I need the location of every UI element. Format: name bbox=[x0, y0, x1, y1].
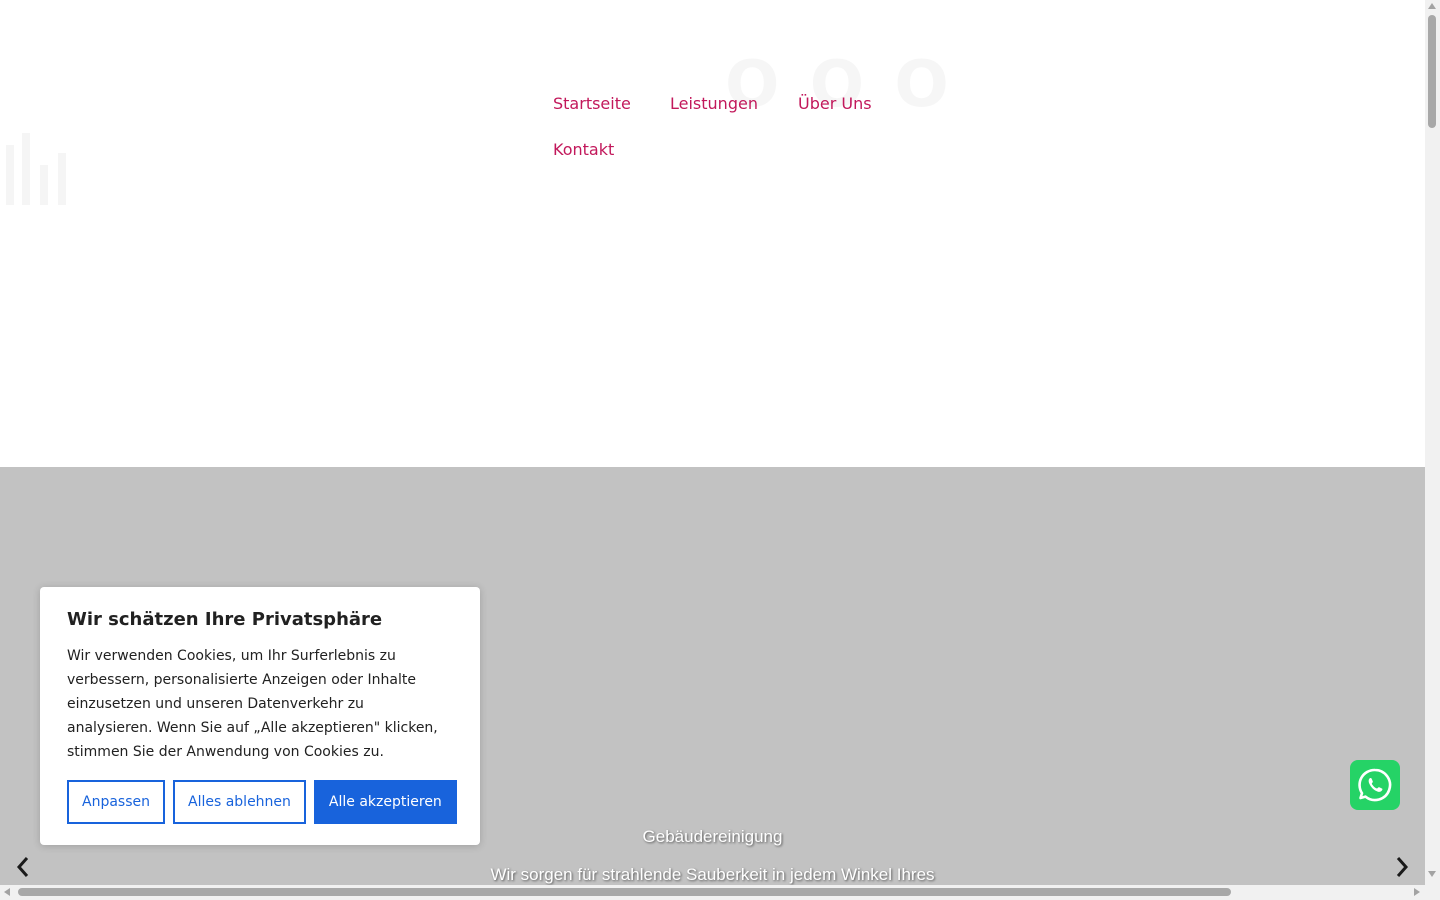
site-header: O O O Startseite Leistungen Über Uns Kon… bbox=[0, 0, 1425, 467]
vertical-scroll-thumb[interactable] bbox=[1428, 15, 1436, 128]
horizontal-scroll-thumb[interactable] bbox=[18, 888, 1231, 896]
cookie-banner-text: Wir verwenden Cookies, um Ihr Surferlebn… bbox=[67, 648, 438, 760]
cookie-buttons: Anpassen Alles ablehnen Alle akzeptieren bbox=[67, 780, 457, 824]
scroll-left-arrow-icon[interactable] bbox=[4, 888, 10, 896]
slide-text: Wir sorgen für strahlende Sauberkeit in … bbox=[490, 865, 935, 884]
scroll-up-arrow-icon[interactable] bbox=[1428, 3, 1436, 9]
nav-link-leistungen[interactable]: Leistungen bbox=[670, 94, 758, 113]
whatsapp-icon bbox=[1358, 768, 1392, 802]
slider-prev-button[interactable] bbox=[8, 851, 38, 883]
customize-button[interactable]: Anpassen bbox=[67, 780, 165, 824]
slider-next-button[interactable] bbox=[1387, 851, 1417, 883]
vertical-scrollbar[interactable] bbox=[1425, 0, 1440, 900]
nav-link-startseite[interactable]: Startseite bbox=[553, 94, 631, 113]
chevron-right-icon bbox=[1396, 857, 1409, 877]
nav-link-ueber-uns[interactable]: Über Uns bbox=[798, 94, 872, 113]
horizontal-scrollbar[interactable] bbox=[0, 885, 1425, 900]
chevron-left-icon bbox=[16, 857, 29, 877]
scroll-down-arrow-icon[interactable] bbox=[1428, 871, 1436, 877]
faded-graphic bbox=[0, 125, 80, 205]
cookie-consent-banner: Wir schätzen Ihre Privatsphäre Wir verwe… bbox=[40, 587, 480, 845]
cookie-banner-title: Wir schätzen Ihre Privatsphäre bbox=[67, 609, 383, 630]
whatsapp-button[interactable] bbox=[1350, 760, 1400, 810]
scroll-right-arrow-icon[interactable] bbox=[1414, 888, 1420, 896]
reject-all-button[interactable]: Alles ablehnen bbox=[173, 780, 306, 824]
nav-link-kontakt[interactable]: Kontakt bbox=[553, 140, 614, 159]
accept-all-button[interactable]: Alle akzeptieren bbox=[313, 780, 457, 824]
